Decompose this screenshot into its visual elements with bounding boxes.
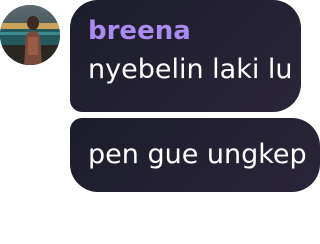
- message-text: nyebelin laki lu: [88, 54, 293, 85]
- sender-name[interactable]: breena: [88, 14, 283, 48]
- message-bubble[interactable]: breena nyebelin laki lu: [70, 0, 301, 112]
- avatar[interactable]: [0, 5, 60, 65]
- avatar-photo-icon: [0, 5, 60, 65]
- message-text: pen gue ungkep: [88, 139, 307, 170]
- chat-message-group: breena nyebelin laki lu pen gue ungkep: [0, 0, 320, 244]
- message-bubble[interactable]: pen gue ungkep: [70, 118, 320, 192]
